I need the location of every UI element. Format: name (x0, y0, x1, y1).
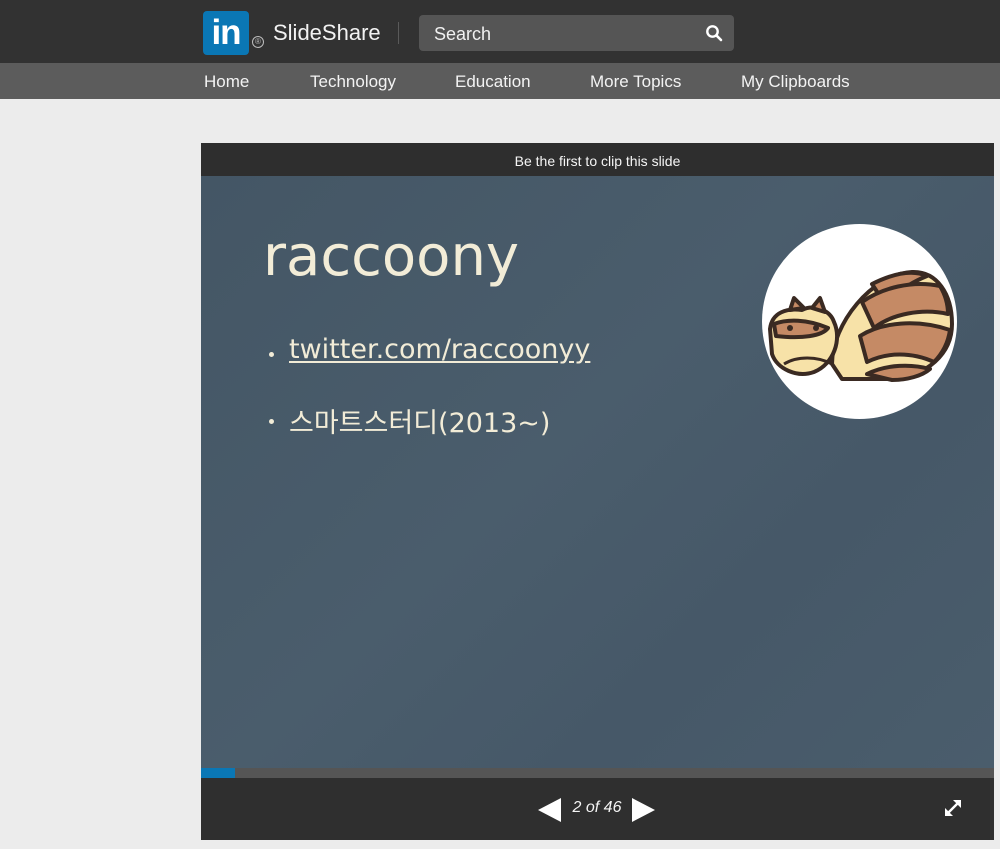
player-controls: 2 of 46 (201, 778, 994, 840)
next-slide-button[interactable] (631, 798, 655, 827)
nav-item-education[interactable]: Education (455, 72, 531, 92)
bullet-marker (269, 419, 274, 424)
slide-view[interactable]: raccoony twitter.com/raccoonyy 스마트스터디(20… (201, 176, 994, 768)
fullscreen-button[interactable] (943, 798, 963, 823)
nav-item-my-clipboards[interactable]: My Clipboards (741, 72, 850, 92)
triangle-right-icon (632, 798, 655, 822)
top-header: in ® SlideShare Search (0, 0, 1000, 63)
header-divider (398, 22, 399, 44)
linkedin-logo[interactable]: in (203, 11, 249, 55)
progress-bar[interactable] (201, 768, 994, 778)
search-icon[interactable] (705, 24, 723, 47)
nav-item-technology[interactable]: Technology (310, 72, 396, 92)
expand-arrows-icon (945, 800, 961, 816)
nav-item-more-topics[interactable]: More Topics (590, 72, 681, 92)
slide-title: raccoony (263, 224, 520, 289)
twitter-link[interactable]: twitter.com/raccoonyy (289, 334, 590, 365)
nav-item-home[interactable]: Home (204, 72, 249, 92)
slide-player: Be the first to clip this slide raccoony… (201, 143, 994, 840)
bullet-marker (269, 352, 274, 357)
company-bullet: 스마트스터디(2013~) (289, 408, 551, 439)
registered-mark: ® (252, 36, 264, 48)
raccoon-illustration (768, 269, 954, 382)
previous-slide-button[interactable] (538, 798, 562, 827)
brand-name[interactable]: SlideShare (273, 20, 381, 46)
page-indicator: 2 of 46 (572, 799, 622, 816)
raccoon-avatar (762, 224, 957, 419)
search-input[interactable]: Search (434, 24, 491, 45)
progress-fill (201, 768, 235, 778)
clip-prompt[interactable]: Be the first to clip this slide (201, 143, 994, 176)
triangle-left-icon (538, 798, 561, 822)
main-nav: Home Technology Education More Topics My… (0, 63, 1000, 99)
search-box[interactable]: Search (419, 15, 734, 51)
